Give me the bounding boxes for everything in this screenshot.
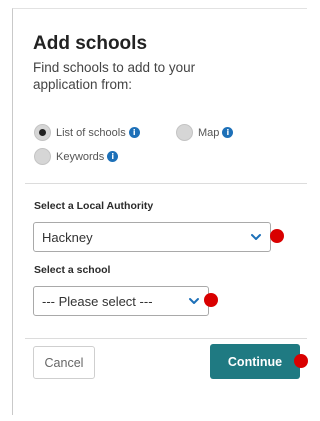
radio-label-list-of-schools: List of schools <box>56 126 126 139</box>
highlight-marker <box>204 293 218 307</box>
info-icon[interactable]: i <box>128 127 140 138</box>
continue-button[interactable]: Continue <box>210 344 300 379</box>
highlight-marker <box>270 229 284 243</box>
dialog-subtitle: Find schools to add to your application … <box>33 60 196 92</box>
dialog-title: Add schools <box>33 33 148 54</box>
local-authority-label: Select a Local Authority <box>34 200 154 212</box>
school-select[interactable]: --- Please select --- <box>33 286 209 316</box>
radio-option-map[interactable]: Map i <box>176 124 234 141</box>
school-value: --- Please select --- <box>42 293 153 309</box>
radio-button-list-of-schools[interactable] <box>34 124 51 141</box>
divider <box>25 338 307 339</box>
highlight-marker <box>294 354 308 368</box>
radio-label-map: Map <box>198 126 220 139</box>
divider <box>25 183 307 184</box>
radio-option-keywords[interactable]: Keywords i <box>34 148 119 165</box>
school-label: Select a school <box>34 264 111 276</box>
radio-label-keywords: Keywords <box>56 150 105 163</box>
radio-button-keywords[interactable] <box>34 148 51 165</box>
info-icon[interactable]: i <box>107 151 119 162</box>
info-icon[interactable]: i <box>222 127 234 138</box>
chevron-down-icon <box>251 234 261 240</box>
chevron-down-icon <box>189 298 199 304</box>
radio-option-list-of-schools[interactable]: List of schools i <box>34 124 140 141</box>
local-authority-select[interactable]: Hackney <box>33 222 271 252</box>
page: Add schools Find schools to add to your … <box>0 0 310 421</box>
local-authority-value: Hackney <box>42 229 93 245</box>
radio-button-map[interactable] <box>176 124 193 141</box>
cancel-button[interactable]: Cancel <box>33 346 95 379</box>
